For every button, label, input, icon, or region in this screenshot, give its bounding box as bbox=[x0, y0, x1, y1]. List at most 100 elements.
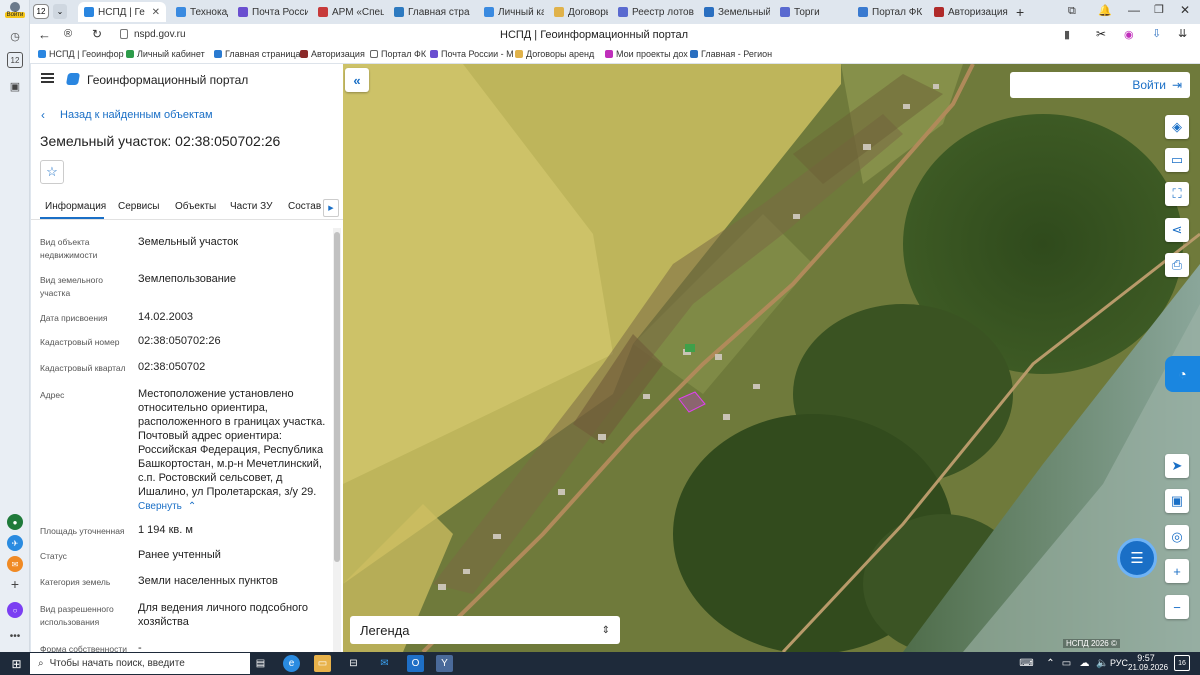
bookmark-item[interactable]: НСПД | Геоинфор bbox=[38, 49, 124, 59]
volume-icon[interactable]: 🔈 bbox=[1094, 655, 1111, 672]
close-tab-icon[interactable]: ✕ bbox=[152, 7, 160, 18]
yandex-browser-app-icon[interactable]: Y bbox=[436, 655, 453, 672]
language-indicator[interactable]: РУС bbox=[1110, 658, 1128, 668]
share-icon[interactable]: ⋖ bbox=[1165, 218, 1189, 242]
scrollbar-thumb[interactable] bbox=[334, 232, 340, 562]
hamburger-menu-icon[interactable] bbox=[41, 73, 54, 83]
messenger-app-icon[interactable]: ✈ bbox=[7, 535, 23, 551]
reload-icon[interactable]: ↻ bbox=[92, 27, 102, 41]
bookmark-icon[interactable]: ▮ bbox=[1064, 28, 1070, 41]
more-icon[interactable]: ••• bbox=[7, 628, 23, 644]
task-view-icon[interactable]: ▤ bbox=[252, 655, 269, 672]
zoom-out-button[interactable]: − bbox=[1165, 595, 1189, 619]
start-button[interactable]: ⊞ bbox=[8, 655, 25, 672]
network-icon[interactable]: ☁ bbox=[1076, 655, 1093, 672]
chat-button[interactable]: ☰ bbox=[1117, 538, 1157, 578]
bookmark-item[interactable]: Мои проекты дох bbox=[605, 49, 688, 59]
panel-scrollbar[interactable] bbox=[333, 228, 341, 652]
add-app-icon[interactable]: + bbox=[7, 576, 23, 592]
back-chevron-icon[interactable]: ‹ bbox=[41, 108, 45, 122]
store-app-icon[interactable]: ⊟ bbox=[345, 655, 362, 672]
alice-app-icon[interactable]: ● bbox=[7, 514, 23, 530]
layers-icon[interactable]: ◈ bbox=[1165, 115, 1189, 139]
chevron-up-icon: ⌃ bbox=[187, 501, 197, 512]
ruler-icon[interactable]: ▭ bbox=[1165, 148, 1189, 172]
chat-bot-icon[interactable]: ◔ bbox=[1165, 356, 1200, 392]
battery-icon[interactable]: ▭ bbox=[1058, 655, 1075, 672]
new-tab-button[interactable]: + bbox=[1016, 4, 1024, 20]
collections-icon[interactable]: ⧉ bbox=[1068, 5, 1076, 18]
restore-button[interactable]: ❐ bbox=[1154, 3, 1164, 16]
tab-count-badge[interactable]: 12 bbox=[33, 4, 49, 19]
browser-tab[interactable]: Почта Росси bbox=[232, 2, 308, 22]
downloads-icon[interactable]: ⇩ bbox=[1152, 27, 1161, 40]
extensions-icon[interactable]: ✂ bbox=[1096, 27, 1106, 41]
bookmark-item[interactable]: Договоры аренд bbox=[515, 49, 594, 59]
geolocation-icon[interactable]: ◎ bbox=[1165, 525, 1189, 549]
browser-tab[interactable]: Технокад ОА bbox=[170, 2, 228, 22]
search-icon: ⌕ bbox=[38, 658, 44, 669]
shield-icon[interactable]: ® bbox=[64, 28, 72, 40]
tab-parts[interactable]: Части ЗУ bbox=[230, 201, 272, 212]
bookmark-item[interactable]: Портал ФК bbox=[370, 49, 426, 59]
history-icon[interactable]: ◷ bbox=[7, 28, 23, 44]
edge-app-icon[interactable]: e bbox=[283, 655, 300, 672]
back-to-results-link[interactable]: Назад к найденным объектам bbox=[60, 109, 213, 121]
bookmark-item[interactable]: Личный кабинет bbox=[126, 49, 205, 59]
bookmark-item[interactable]: Главная страница bbox=[214, 49, 301, 59]
browser-tab[interactable]: Авторизация bbox=[928, 2, 1012, 22]
collapse-link-label: Свернуть bbox=[138, 501, 182, 512]
browser-tab[interactable]: Портал ФК bbox=[852, 2, 924, 22]
calendar-icon[interactable]: 12 bbox=[7, 52, 23, 68]
select-area-icon[interactable]: ⛶ bbox=[1165, 182, 1189, 206]
tab-composition[interactable]: Состав bbox=[288, 201, 321, 212]
bookmark-item[interactable]: Главная - Регион bbox=[690, 49, 772, 59]
collapse-link[interactable]: Свернуть ⌃ bbox=[138, 501, 196, 512]
tab-services[interactable]: Сервисы bbox=[118, 201, 159, 212]
keyboard-icon[interactable]: ⌨ bbox=[1018, 655, 1035, 672]
print-icon[interactable]: ⎙ bbox=[1165, 253, 1189, 277]
screenshot-icon[interactable]: ▣ bbox=[7, 78, 23, 94]
tab-list-dropdown-icon[interactable]: ⌄ bbox=[53, 4, 67, 19]
tab-objects[interactable]: Объекты bbox=[175, 201, 216, 212]
favorite-button[interactable]: ☆ bbox=[40, 160, 64, 184]
navigate-icon[interactable]: ➤ bbox=[1165, 454, 1189, 478]
assistant-app-icon[interactable]: ○ bbox=[7, 602, 23, 618]
tab-information[interactable]: Информация bbox=[45, 201, 106, 212]
browser-tab[interactable]: АРМ «Специ bbox=[312, 2, 384, 22]
zoom-in-button[interactable]: + bbox=[1165, 559, 1189, 583]
notification-center-icon[interactable]: 16 bbox=[1174, 655, 1190, 671]
back-icon[interactable]: ← bbox=[38, 27, 51, 42]
browser-tab[interactable]: Реестр лотов bbox=[612, 2, 694, 22]
legend-dropdown[interactable]: Легенда ⇕ bbox=[350, 616, 620, 644]
explorer-app-icon[interactable]: ▭ bbox=[314, 655, 331, 672]
mail-app-icon[interactable]: ✉ bbox=[7, 556, 23, 572]
browser-tab[interactable]: Главная стра bbox=[388, 2, 474, 22]
login-button[interactable]: Войти ⇥ bbox=[1010, 72, 1190, 98]
vpn-icon[interactable]: ◉ bbox=[1124, 28, 1134, 41]
bookmark-item[interactable]: Почта России - М bbox=[430, 49, 514, 59]
browser-tab[interactable]: Договоры ар bbox=[548, 2, 608, 22]
tray-expand-icon[interactable]: ⌃ bbox=[1042, 655, 1059, 672]
browser-tab[interactable]: Личный каби bbox=[478, 2, 544, 22]
minimize-button[interactable]: — bbox=[1128, 3, 1140, 17]
field-value: 1 194 кв. м bbox=[138, 524, 193, 536]
address-value: Местоположение установлено относительно … bbox=[138, 388, 326, 498]
mail-taskbar-icon[interactable]: ✉ bbox=[376, 655, 393, 672]
menu-icon[interactable]: ⇊ bbox=[1178, 27, 1187, 40]
browser-tab[interactable]: НСПД | Ге ✕ bbox=[78, 2, 166, 22]
browser-tab[interactable]: Торги bbox=[774, 2, 848, 22]
outlook-app-icon[interactable]: O bbox=[407, 655, 424, 672]
url-field[interactable]: nspd.gov.ru bbox=[134, 29, 186, 40]
close-window-button[interactable]: ✕ bbox=[1180, 3, 1190, 17]
notifications-icon[interactable]: 🔔 bbox=[1098, 4, 1112, 17]
clock[interactable]: 9:57 21.09.2026 bbox=[1128, 653, 1168, 672]
bookmark-item[interactable]: Авторизация bbox=[300, 49, 365, 59]
collapse-panel-button[interactable]: « bbox=[345, 68, 369, 92]
browser-tab[interactable]: Земельный у bbox=[698, 2, 770, 22]
tabs-scroll-right-button[interactable]: ▶ bbox=[323, 199, 339, 217]
taskbar-search-box[interactable]: ⌕ Чтобы начать поиск, введите bbox=[30, 653, 250, 674]
profile-button[interactable]: Войти bbox=[3, 2, 27, 22]
minimap-icon[interactable]: ▣ bbox=[1165, 489, 1189, 513]
map-view[interactable]: « Войти ⇥ ◈ ▭ ⛶ ⋖ ⎙ ◔ ➤ ▣ ◎ + − ☰ Легенд… bbox=[343, 64, 1200, 652]
